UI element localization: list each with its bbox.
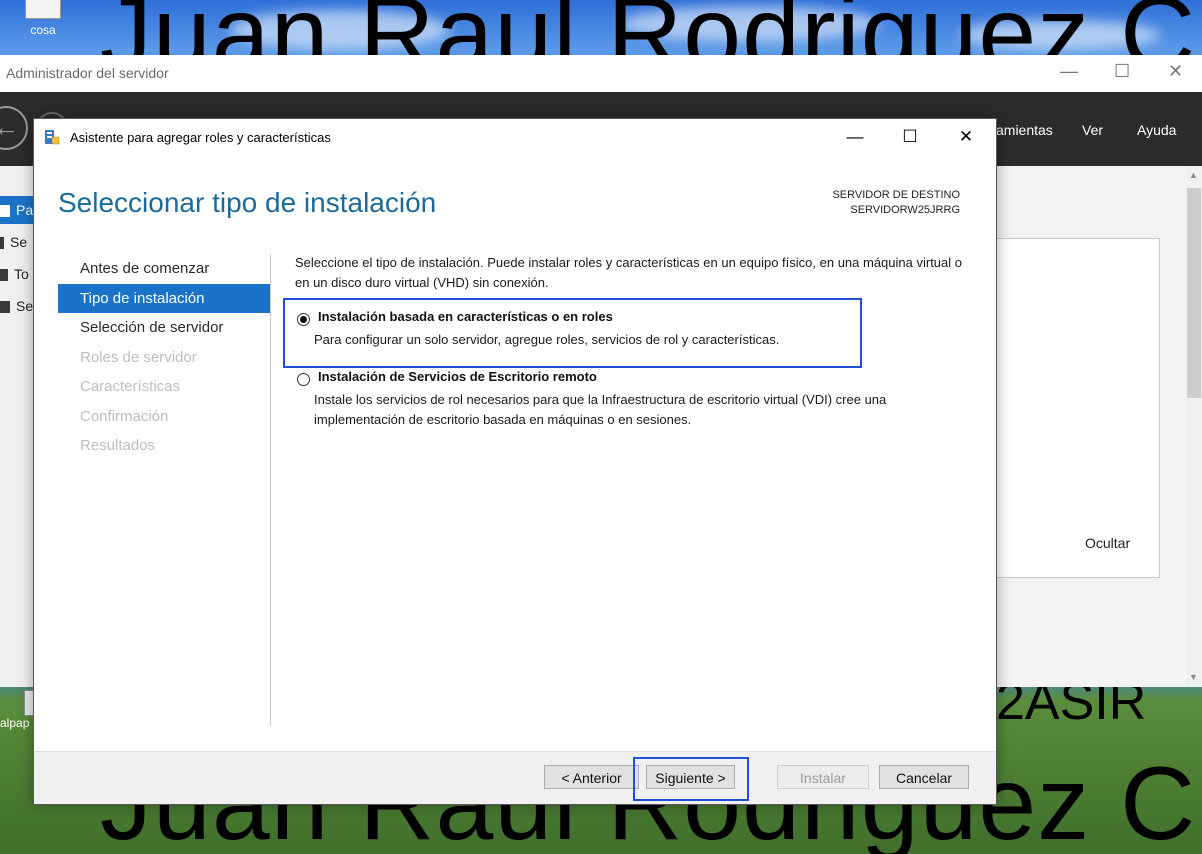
radio-remote-desktop[interactable] <box>297 373 310 386</box>
file-icon <box>25 0 61 19</box>
selection-highlight <box>283 298 862 368</box>
minimize-button[interactable]: — <box>832 123 878 151</box>
destination-label: SERVIDOR DE DESTINO <box>832 189 960 201</box>
option-remote-desktop[interactable]: Instalación de Servicios de Escritorio r… <box>295 369 975 439</box>
scrollbar-thumb[interactable] <box>1187 188 1201 398</box>
close-button[interactable]: ✕ <box>1168 61 1183 82</box>
maximize-button[interactable]: ☐ <box>1114 61 1130 82</box>
nav-divider <box>270 254 271 726</box>
page-title: Seleccionar tipo de instalación <box>58 187 437 218</box>
nav-item-installation-type[interactable]: Tipo de instalación <box>58 283 270 313</box>
minimize-button[interactable]: — <box>1060 61 1078 82</box>
wizard-content: Seleccione el tipo de instalación. Puede… <box>295 253 975 427</box>
server-roles-icon <box>45 130 60 145</box>
intro-text: Seleccione el tipo de instalación. Puede… <box>295 255 962 290</box>
destination-server: SERVIDOR DE DESTINO SERVIDORW25JRRG <box>832 188 960 218</box>
server-manager-titlebar: Administrador del servidor — ☐ ✕ <box>0 55 1202 92</box>
next-button-highlight <box>633 757 749 801</box>
menu-tools[interactable]: amientas <box>996 122 1053 138</box>
back-arrow-icon[interactable]: ← <box>0 106 28 150</box>
menu-view[interactable]: Ver <box>1082 122 1103 138</box>
wizard-nav: Antes de comenzar Tipo de instalación Se… <box>58 254 270 461</box>
servers-icon <box>0 269 8 282</box>
destination-server-name: SERVIDORW25JRRG <box>850 204 960 216</box>
hide-link[interactable]: Ocultar <box>1085 535 1130 551</box>
wizard-title: Asistente para agregar roles y caracterí… <box>70 130 331 145</box>
maximize-button[interactable]: ☐ <box>887 123 933 151</box>
services-icon <box>0 301 10 314</box>
nav-item-results: Resultados <box>80 437 156 454</box>
desktop-icon-cosa[interactable]: cosa <box>18 0 68 37</box>
dashboard-icon <box>0 205 10 218</box>
window-title: Administrador del servidor <box>6 65 169 81</box>
desktop-icon-label: alpap <box>0 716 30 730</box>
close-button[interactable]: ✕ <box>943 123 989 151</box>
desktop-icon-label: cosa <box>30 23 56 37</box>
wizard-titlebar: Asistente para agregar roles y caracterí… <box>34 119 996 155</box>
scroll-down-icon[interactable]: ▼ <box>1189 672 1198 682</box>
menu-help[interactable]: Ayuda <box>1137 122 1176 138</box>
wizard-footer: < Anterior Siguiente > Instalar Cancelar <box>34 751 996 804</box>
add-roles-wizard-dialog: Asistente para agregar roles y caracterí… <box>33 118 997 805</box>
cancel-button[interactable]: Cancelar <box>879 765 969 789</box>
nav-item-server-selection[interactable]: Selección de servidor <box>58 313 270 343</box>
install-button: Instalar <box>777 765 869 789</box>
previous-button[interactable]: < Anterior <box>544 765 639 789</box>
nav-item-confirmation: Confirmación <box>80 407 169 425</box>
scroll-up-icon[interactable]: ▲ <box>1189 170 1198 180</box>
vertical-scrollbar[interactable]: ▲ ▼ <box>1186 166 1202 687</box>
nav-item-features: Características <box>80 378 181 395</box>
welcome-panel: Ocultar <box>994 238 1160 578</box>
nav-item-before-you-begin[interactable]: Antes de comenzar <box>58 254 270 284</box>
server-icon <box>0 237 4 250</box>
option-description: Instale los servicios de rol necesarios … <box>314 392 887 427</box>
option-title[interactable]: Instalación de Servicios de Escritorio r… <box>318 369 597 384</box>
nav-item-server-roles: Roles de servidor <box>80 348 197 366</box>
